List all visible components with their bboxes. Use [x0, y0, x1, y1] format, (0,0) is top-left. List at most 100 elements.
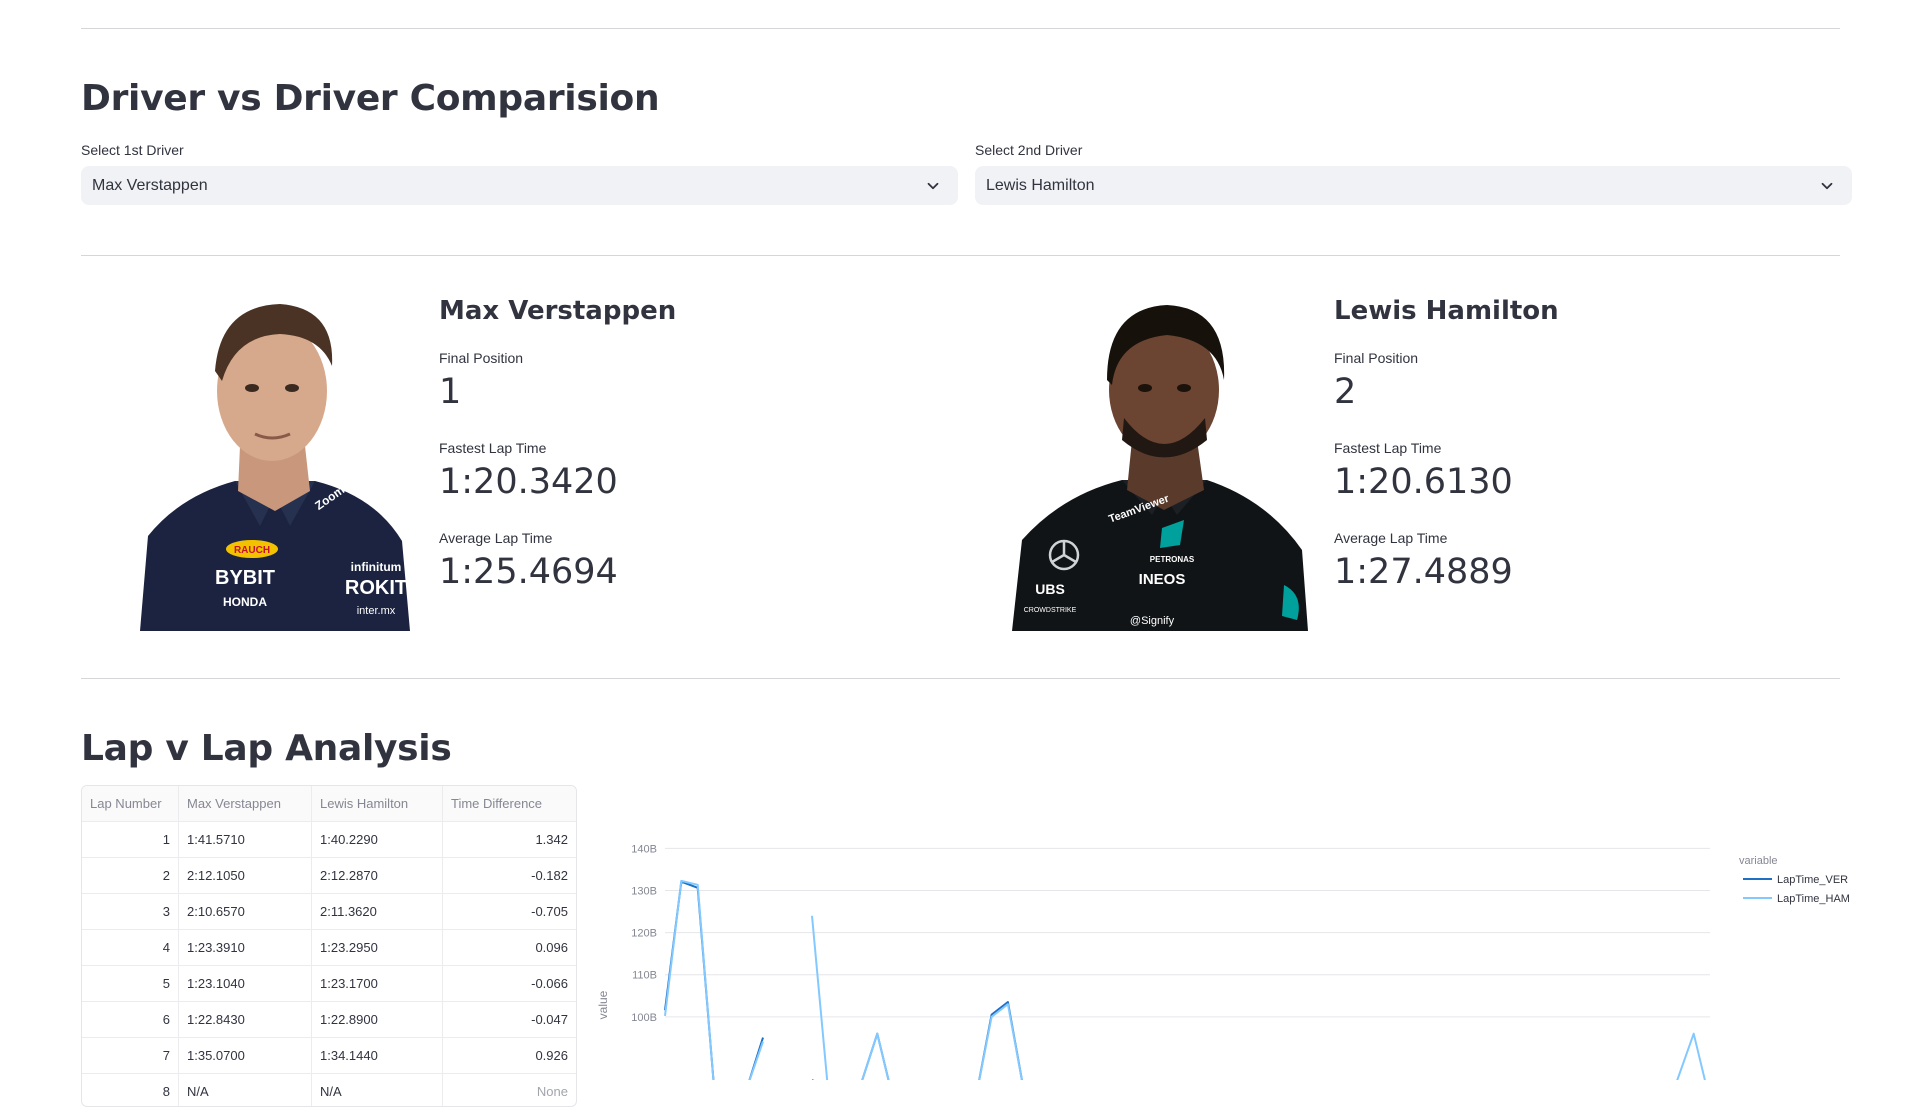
ham-time-cell[interactable]: 1:23.1700: [312, 966, 443, 1001]
ham-time-cell[interactable]: 2:11.3620: [312, 894, 443, 929]
y-tick-label: 100B: [631, 1012, 657, 1024]
select-2-label: Select 2nd Driver: [975, 142, 1083, 158]
select-1-label: Select 1st Driver: [81, 142, 184, 158]
ham-time-cell[interactable]: 1:22.8900: [312, 1002, 443, 1037]
ham-time-cell[interactable]: 1:23.2950: [312, 930, 443, 965]
lap-number-cell[interactable]: 4: [82, 930, 179, 965]
y-tick-label: 140B: [631, 843, 657, 855]
table-row: 1 1:41.5710 1:40.2290 1.342: [82, 822, 576, 858]
series-line-laptime-ver[interactable]: [664, 880, 1710, 1080]
time-diff-cell[interactable]: 0.926: [443, 1038, 576, 1073]
legend-item-ham[interactable]: LapTime_HAM: [1743, 893, 1850, 905]
driver-2-fastest-lap-label: Fastest Lap Time: [1334, 440, 1442, 456]
chart-lines: [664, 879, 1710, 1080]
time-diff-cell[interactable]: 0.096: [443, 930, 576, 965]
lap-number-cell[interactable]: 8: [82, 1074, 179, 1106]
driver-2-avg-lap: 1:27.4889: [1334, 552, 1513, 592]
driver-2-avg-lap-label: Average Lap Time: [1334, 530, 1448, 546]
y-tick-labels: 100B 110B 120B 130B 140B: [631, 843, 657, 1023]
y-tick-label: 130B: [631, 886, 657, 898]
driver-1-avg-lap: 1:25.4694: [439, 552, 618, 592]
column-header[interactable]: Lap Number: [82, 786, 179, 821]
driver-1-photo: RAUCH BYBIT HONDA infinitum ROKIT inter.…: [140, 296, 410, 631]
section-divider-1: [81, 255, 1840, 256]
ham-time-cell[interactable]: 1:34.1440: [312, 1038, 443, 1073]
table-row: 6 1:22.8430 1:22.8900 -0.047: [82, 1002, 576, 1038]
ver-time-cell[interactable]: 1:41.5710: [179, 822, 312, 857]
series-line-laptime-ham[interactable]: [664, 879, 1710, 1080]
lap-number-cell[interactable]: 1: [82, 822, 179, 857]
time-diff-cell[interactable]: -0.047: [443, 1002, 576, 1037]
y-axis-label: value: [596, 990, 610, 1019]
time-diff-cell[interactable]: None: [443, 1074, 576, 1106]
driver-2-final-position: 2: [1334, 372, 1357, 412]
sponsor-honda-text: HONDA: [223, 595, 267, 609]
y-tick-label: 110B: [632, 970, 657, 982]
sponsor-bybit-text: BYBIT: [215, 567, 275, 589]
lap-table[interactable]: Lap Number Max Verstappen Lewis Hamilton…: [81, 785, 577, 1107]
lap-analysis-title: Lap v Lap Analysis: [81, 728, 452, 769]
column-header[interactable]: Lewis Hamilton: [312, 786, 443, 821]
column-header[interactable]: Time Difference: [443, 786, 576, 821]
driver-2-select-value: Lewis Hamilton: [986, 176, 1095, 194]
table-row: 7 1:35.0700 1:34.1440 0.926: [82, 1038, 576, 1074]
lap-number-cell[interactable]: 7: [82, 1038, 179, 1073]
driver-1-final-position-label: Final Position: [439, 350, 524, 366]
section-divider-2: [81, 678, 1840, 679]
legend-label-ham: LapTime_HAM: [1777, 893, 1850, 905]
lap-time-chart[interactable]: 100B 110B 120B 130B 140B value variable LapT…: [590, 840, 1880, 1080]
sponsor-intermx-text: inter.mx: [357, 605, 396, 617]
table-row: 8 N/A N/A None: [82, 1074, 576, 1106]
ver-time-cell[interactable]: 1:35.0700: [179, 1038, 312, 1073]
legend-label-ver: LapTime_VER: [1777, 874, 1848, 886]
ver-time-cell[interactable]: 1:23.3910: [179, 930, 312, 965]
time-diff-cell[interactable]: 1.342: [443, 822, 576, 857]
sponsor-crowdstrike-text: CROWDSTRIKE: [1024, 607, 1077, 614]
sponsor-ubs-text: UBS: [1035, 581, 1065, 597]
sponsor-infinitum-text: infinitum: [351, 560, 402, 574]
driver-2-name: Lewis Hamilton: [1334, 296, 1559, 326]
ham-time-cell[interactable]: N/A: [312, 1074, 443, 1106]
table-row: 3 2:10.6570 2:11.3620 -0.705: [82, 894, 576, 930]
legend-title: variable: [1739, 855, 1778, 867]
sponsor-petronas-text: PETRONAS: [1150, 555, 1195, 564]
table-row: 2 2:12.1050 2:12.2870 -0.182: [82, 858, 576, 894]
sponsor-rokit-text: ROKIT: [345, 577, 407, 599]
driver-1-avg-lap-label: Average Lap Time: [439, 530, 553, 546]
time-diff-cell[interactable]: -0.182: [443, 858, 576, 893]
ver-time-cell[interactable]: 1:22.8430: [179, 1002, 312, 1037]
table-header-row: Lap Number Max Verstappen Lewis Hamilton…: [82, 786, 576, 822]
driver-2-final-position-label: Final Position: [1334, 350, 1419, 366]
sponsor-ineos-text: INEOS: [1139, 571, 1186, 588]
driver-2-photo: PETRONAS INEOS UBS CROWDSTRIKE @Signify …: [1012, 300, 1308, 631]
sponsor-rauch-text: RAUCH: [234, 545, 270, 556]
table-row: 4 1:23.3910 1:23.2950 0.096: [82, 930, 576, 966]
driver-1-fastest-lap-label: Fastest Lap Time: [439, 440, 547, 456]
time-diff-cell[interactable]: -0.705: [443, 894, 576, 929]
ham-time-cell[interactable]: 1:40.2290: [312, 822, 443, 857]
lap-number-cell[interactable]: 2: [82, 858, 179, 893]
chart-grid: [665, 847, 1710, 1018]
comparison-title: Driver vs Driver Comparision: [81, 78, 660, 119]
time-diff-cell[interactable]: -0.066: [443, 966, 576, 1001]
driver-1-final-position: 1: [439, 372, 462, 412]
sponsor-signify-text: @Signify: [1130, 615, 1175, 627]
driver-1-select-value: Max Verstappen: [92, 176, 208, 194]
driver-1-fastest-lap: 1:20.3420: [439, 462, 618, 502]
top-divider: [81, 28, 1840, 29]
chevron-down-icon: [927, 182, 939, 189]
legend-item-ver[interactable]: LapTime_VER: [1743, 874, 1848, 886]
ver-time-cell[interactable]: 1:23.1040: [179, 966, 312, 1001]
ver-time-cell[interactable]: 2:10.6570: [179, 894, 312, 929]
lap-number-cell[interactable]: 5: [82, 966, 179, 1001]
column-header[interactable]: Max Verstappen: [179, 786, 312, 821]
ham-time-cell[interactable]: 2:12.2870: [312, 858, 443, 893]
lap-number-cell[interactable]: 6: [82, 1002, 179, 1037]
lap-number-cell[interactable]: 3: [82, 894, 179, 929]
ver-time-cell[interactable]: N/A: [179, 1074, 312, 1106]
driver-2-fastest-lap: 1:20.6130: [1334, 462, 1513, 502]
table-row: 5 1:23.1040 1:23.1700 -0.066: [82, 966, 576, 1002]
ver-time-cell[interactable]: 2:12.1050: [179, 858, 312, 893]
driver-1-select[interactable]: Max Verstappen: [81, 166, 958, 205]
driver-2-select[interactable]: Lewis Hamilton: [975, 166, 1852, 205]
